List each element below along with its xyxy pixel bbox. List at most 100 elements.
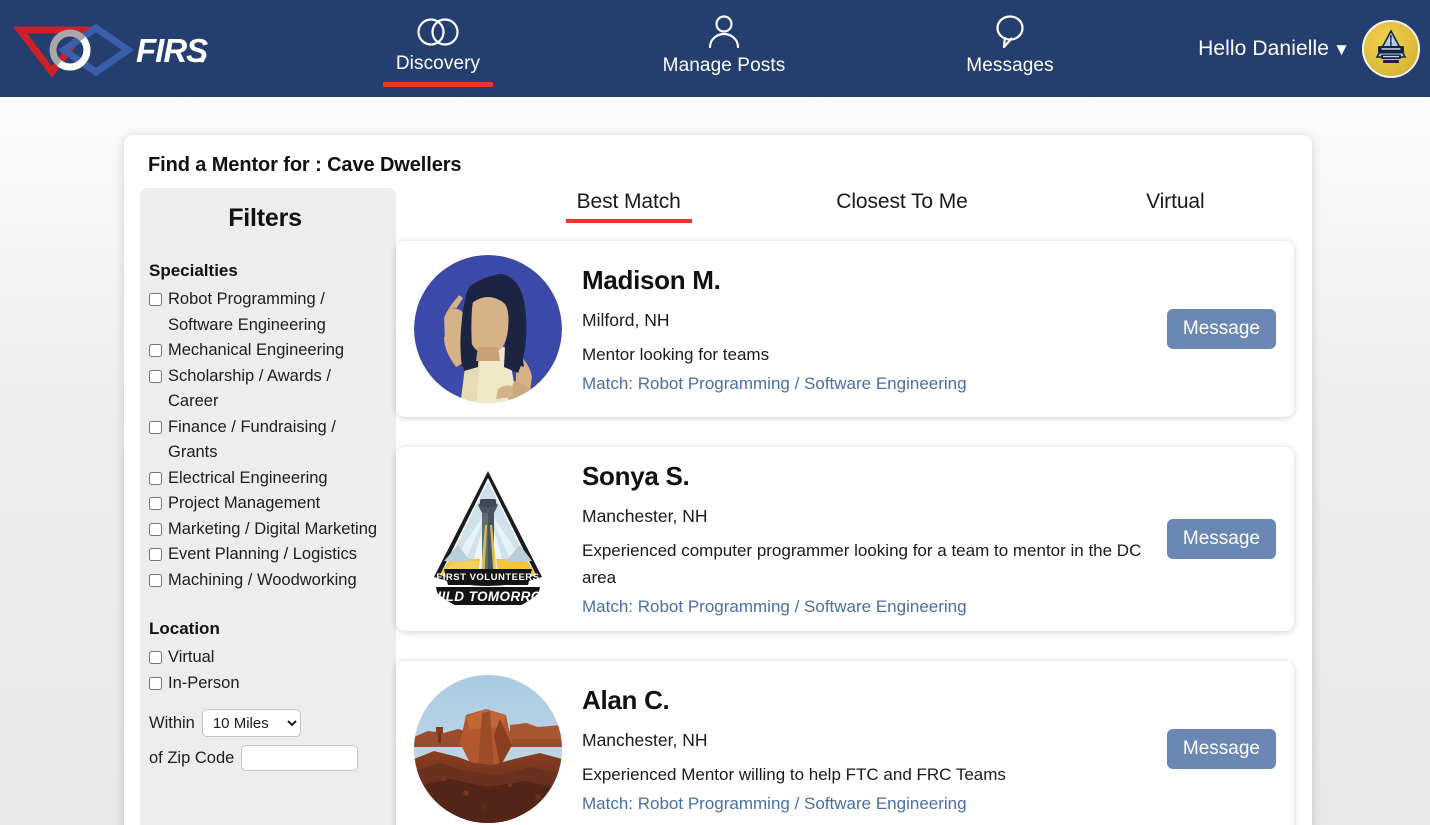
tab-label: Best Match — [576, 190, 681, 213]
filter-label: Mechanical Engineering — [168, 341, 345, 359]
results-panel: Best Match Closest To Me Virtual Madison… — [396, 188, 1312, 825]
champion-badge-icon — [1375, 28, 1407, 63]
mentor-match-link[interactable]: Match: Robot Programming / Software Engi… — [582, 794, 1157, 814]
checkbox-mechanical-engineering[interactable] — [149, 344, 162, 357]
message-button[interactable]: Message — [1166, 309, 1276, 349]
filter-specialty-project-management[interactable]: Project Management — [148, 491, 382, 517]
nav-active-underline — [383, 82, 493, 87]
mentor-info: Madison M. Milford, NH Mentor looking fo… — [582, 265, 1167, 394]
checkbox-scholarship-awards-career[interactable] — [149, 369, 162, 383]
zip-code-row: of Zip Code — [148, 745, 382, 771]
tab-active-underline — [565, 219, 692, 223]
checkbox-machining-woodworking[interactable] — [149, 573, 162, 587]
svg-text:FIRST VOLUNTEERS: FIRST VOLUNTEERS — [436, 572, 539, 583]
mentor-info: Alan C. Manchester, NH Experienced Mento… — [582, 685, 1167, 814]
page-title: Find a Mentor for : Cave Dwellers — [148, 154, 462, 176]
filter-label: Machining / Woodworking — [168, 570, 357, 589]
mentor-card[interactable]: FIRST VOLUNTEERS BUILD TOMORROW Sonya S.… — [396, 447, 1294, 631]
filter-label: Finance / Fundraising / Grants — [168, 417, 336, 462]
filter-specialty-electrical-engineering[interactable]: Electrical Engineering — [148, 466, 382, 492]
within-distance-row: Within 10 Miles 25 Miles 50 Miles 100 Mi… — [148, 709, 382, 737]
filter-label: Marketing / Digital Marketing — [168, 519, 378, 538]
mentor-avatar-illustration-woman — [414, 255, 562, 403]
checkbox-marketing-digital-marketing[interactable] — [149, 522, 162, 536]
nav-label-messages: Messages — [966, 55, 1054, 76]
tab-label: Closest To Me — [836, 190, 968, 213]
tab-best-match[interactable]: Best Match — [492, 190, 765, 223]
filter-label: Event Planning / Logistics — [168, 545, 357, 563]
content-body: Filters Specialties Robot Programming / … — [124, 177, 1312, 825]
filter-specialty-finance-fundraising-grants[interactable]: Finance / Fundraising / Grants — [148, 415, 382, 466]
app-header: FIRST Discovery Manage Posts — [0, 0, 1430, 97]
checkbox-project-management[interactable] — [149, 497, 162, 510]
mentor-card[interactable]: Alan C. Manchester, NH Experienced Mento… — [396, 661, 1294, 825]
specialties-list: Robot Programming / Software Engineering… — [148, 287, 382, 593]
zip-code-input[interactable] — [241, 745, 359, 771]
filter-label: Scholarship / Awards / Career — [168, 366, 331, 411]
filter-specialty-marketing-digital-marketing[interactable]: Marketing / Digital Marketing — [148, 517, 382, 543]
svg-text:BUILD TOMORROW: BUILD TOMORROW — [421, 589, 555, 604]
filter-specialty-robot-programming[interactable]: Robot Programming / Software Engineering — [148, 287, 382, 338]
checkbox-virtual[interactable] — [149, 651, 162, 664]
user-greeting-text: Hello Danielle — [1198, 36, 1330, 60]
mentor-location: Manchester, NH — [582, 506, 708, 526]
mentor-location: Manchester, NH — [582, 729, 708, 750]
user-area: Hello Danielle ▼ — [1198, 19, 1430, 78]
nav-item-discovery[interactable]: Discovery — [358, 11, 518, 87]
filters-panel: Filters Specialties Robot Programming / … — [140, 188, 396, 825]
nav-label-manage-posts: Manage Posts — [662, 55, 786, 76]
chevron-down-icon: ▼ — [1333, 39, 1350, 59]
tab-closest-to-me[interactable]: Closest To Me — [765, 190, 1038, 223]
mentor-name: Madison M. — [582, 264, 721, 295]
location-filter-group: Location Virtual In-Person Within 10 Mil… — [148, 619, 382, 771]
filter-specialty-machining-woodworking[interactable]: Machining / Woodworking — [148, 568, 382, 594]
mentor-name: Sonya S. — [582, 461, 690, 491]
mentor-bio: Mentor looking for teams — [582, 344, 770, 364]
mentor-match-link[interactable]: Match: Robot Programming / Software Engi… — [582, 597, 1157, 617]
mentor-avatar-first-volunteers-badge: FIRST VOLUNTEERS BUILD TOMORROW — [414, 465, 562, 613]
filter-specialty-mechanical-engineering[interactable]: Mechanical Engineering — [148, 338, 382, 364]
user-greeting-dropdown[interactable]: Hello Danielle ▼ — [1198, 37, 1350, 61]
svg-text:FIRST: FIRST — [136, 32, 208, 69]
checkbox-event-planning-logistics[interactable] — [149, 548, 162, 561]
nav-label-discovery: Discovery — [395, 53, 481, 74]
main-content-card: Find a Mentor for : Cave Dwellers Filter… — [124, 135, 1312, 825]
filter-location-virtual[interactable]: Virtual — [148, 645, 382, 671]
message-button[interactable]: Message — [1166, 729, 1276, 769]
tab-label: Virtual — [1146, 190, 1205, 213]
mentor-card[interactable]: Madison M. Milford, NH Mentor looking fo… — [396, 241, 1294, 417]
filter-specialty-event-planning-logistics[interactable]: Event Planning / Logistics — [148, 542, 382, 568]
checkbox-in-person[interactable] — [149, 676, 162, 690]
checkbox-robot-programming[interactable] — [149, 293, 162, 306]
brand-logo-area[interactable]: FIRST — [0, 20, 300, 78]
mentor-bio: Experienced Mentor willing to help FTC a… — [582, 764, 1006, 784]
person-icon — [704, 11, 744, 53]
checkbox-electrical-engineering[interactable] — [149, 471, 162, 485]
mentor-avatar-desert-landscape — [414, 675, 562, 823]
filter-label: Project Management — [168, 494, 321, 512]
avatar[interactable] — [1362, 19, 1420, 78]
filter-location-in-person[interactable]: In-Person — [148, 671, 382, 697]
checkbox-finance-fundraising-grants[interactable] — [149, 420, 162, 434]
nav-item-messages[interactable]: Messages — [930, 11, 1090, 77]
filters-title: Filters — [228, 204, 302, 232]
venn-circles-icon — [416, 11, 460, 53]
zip-code-label: of Zip Code — [149, 748, 235, 767]
location-heading: Location — [149, 619, 220, 638]
main-navigation: Discovery Manage Posts Messages — [300, 0, 1198, 97]
filter-label: In-Person — [168, 673, 240, 692]
message-button[interactable]: Message — [1166, 519, 1276, 559]
tab-virtual[interactable]: Virtual — [1039, 190, 1312, 223]
mentor-location: Milford, NH — [582, 309, 670, 330]
filter-label: Robot Programming / Software Engineering — [168, 290, 326, 334]
filter-specialty-scholarship-awards-career[interactable]: Scholarship / Awards / Career — [148, 364, 382, 415]
mentor-match-link[interactable]: Match: Robot Programming / Software Engi… — [582, 374, 1157, 394]
distance-select[interactable]: 10 Miles 25 Miles 50 Miles 100 Miles — [201, 709, 301, 737]
filter-label: Virtual — [168, 648, 215, 666]
specialties-heading: Specialties — [149, 261, 238, 280]
mentor-info: Sonya S. Manchester, NH Experienced comp… — [582, 461, 1167, 617]
nav-item-manage-posts[interactable]: Manage Posts — [644, 11, 804, 77]
mentor-results-list: Madison M. Milford, NH Mentor looking fo… — [396, 241, 1312, 825]
speech-bubble-icon — [990, 11, 1030, 53]
sort-tabs: Best Match Closest To Me Virtual — [396, 188, 1312, 223]
